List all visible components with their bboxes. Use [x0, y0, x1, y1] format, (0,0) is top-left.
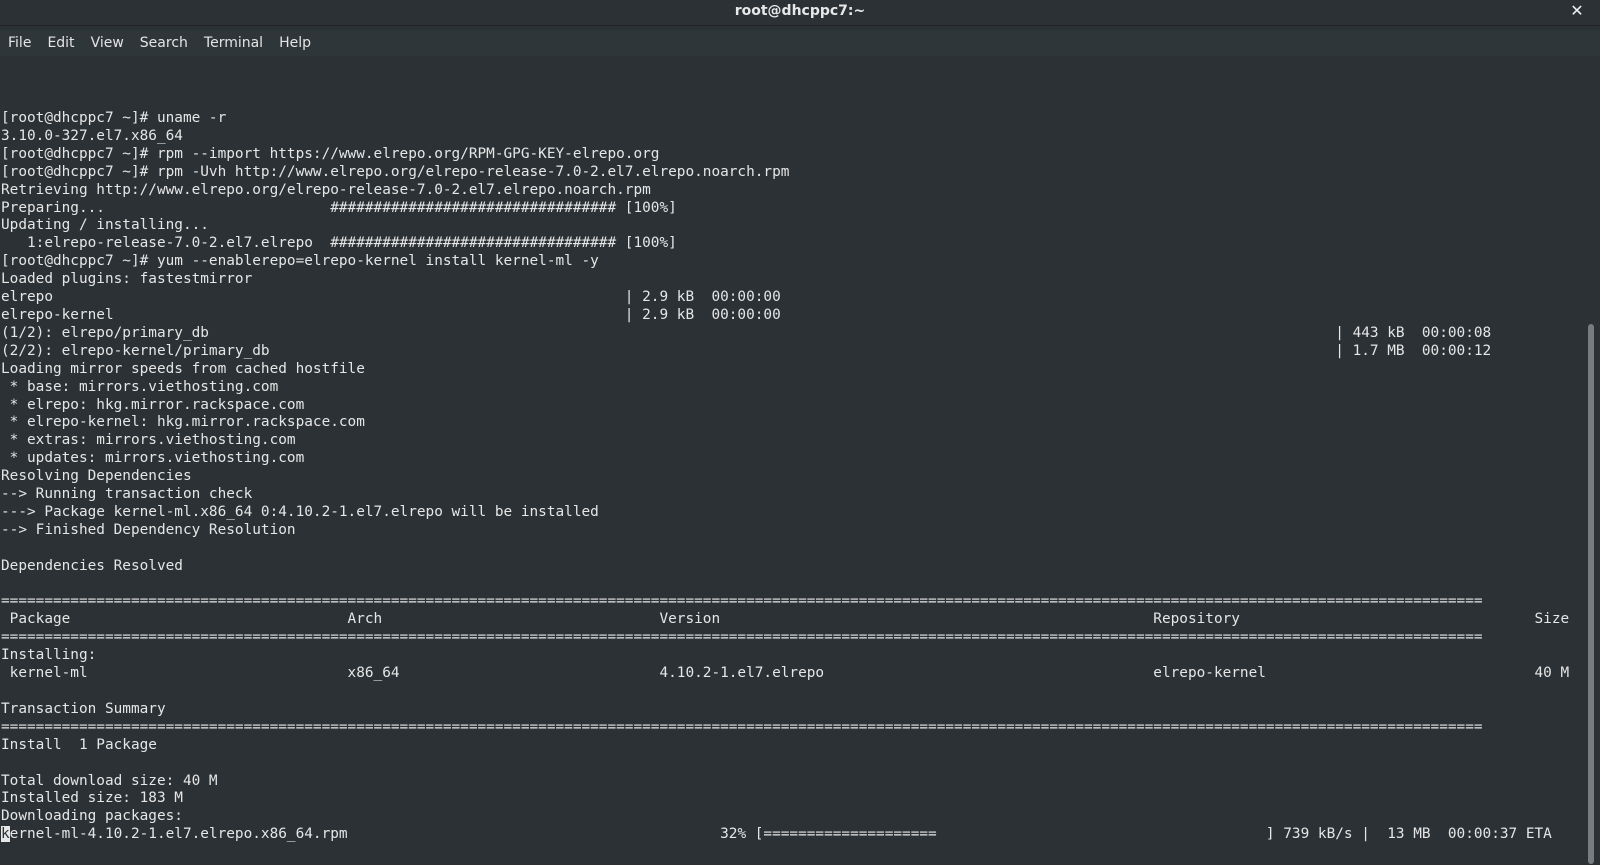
terminal-line: * elrepo-kernel: hkg.mirror.rackspace.co…	[1, 414, 365, 431]
terminal-line: ========================================…	[1, 718, 1483, 735]
terminal-window: root@dhcppc7:~ ✕ File Edit View Search T…	[0, 0, 1600, 865]
terminal-line: Retrieving http://www.elrepo.org/elrepo-…	[1, 181, 651, 198]
terminal-line: Transaction Summary	[1, 700, 166, 717]
terminal-line: 1:elrepo-release-7.0-2.el7.elrepo ######…	[1, 235, 677, 252]
menu-terminal[interactable]: Terminal	[196, 30, 271, 56]
terminal-text: [root@dhcppc7 ~]# uname -r 3.10.0-327.el7…	[1, 110, 1569, 844]
terminal-line: kernel-ml x86_64 4.10.2-1.el7.elrepo elr…	[1, 665, 1570, 682]
scrollbar-thumb[interactable]	[1588, 324, 1594, 864]
terminal-line: Dependencies Resolved	[1, 557, 183, 574]
text-cursor: k	[1, 826, 10, 843]
terminal-line: Downloading packages:	[1, 808, 183, 825]
menu-bar: File Edit View Search Terminal Help	[0, 30, 1600, 56]
terminal-line: Installing:	[1, 647, 97, 664]
terminal-line: Loaded plugins: fastestmirror	[1, 271, 253, 288]
terminal-line: ---> Package kernel-ml.x86_64 0:4.10.2-1…	[1, 503, 599, 520]
menu-file[interactable]: File	[0, 30, 39, 56]
progress-text: ernel-ml-4.10.2-1.el7.elrepo.x86_64.rpm …	[9, 826, 1552, 843]
terminal-line: Package Arch Version Repository Size	[1, 611, 1570, 628]
menu-help[interactable]: Help	[271, 30, 319, 56]
terminal-line: [root@dhcppc7 ~]# uname -r	[1, 110, 227, 126]
terminal-line: elrepo-kernel | 2.9 kB 00:00:00	[1, 306, 781, 323]
terminal-line: ========================================…	[1, 593, 1483, 610]
terminal-line: --> Running transaction check	[1, 486, 253, 503]
window-title: root@dhcppc7:~	[734, 3, 866, 19]
terminal-line: (1/2): elrepo/primary_db | 443 kB 00:00:…	[1, 324, 1492, 341]
terminal-line: * extras: mirrors.viethosting.com	[1, 432, 296, 449]
title-bar[interactable]: root@dhcppc7:~ ✕	[0, 0, 1600, 26]
terminal-output[interactable]: [root@dhcppc7 ~]# uname -r 3.10.0-327.el7…	[0, 58, 1588, 865]
terminal-line: Updating / installing...	[1, 217, 209, 234]
menu-edit[interactable]: Edit	[39, 30, 82, 56]
terminal-line: elrepo | 2.9 kB 00:00:00	[1, 289, 781, 306]
terminal-line: [root@dhcppc7 ~]# rpm --import https://w…	[1, 145, 660, 162]
download-progress-line: kernel-ml-4.10.2-1.el7.elrepo.x86_64.rpm…	[1, 826, 1569, 844]
terminal-line: Resolving Dependencies	[1, 468, 192, 485]
menu-search[interactable]: Search	[132, 30, 196, 56]
terminal-line: * updates: mirrors.viethosting.com	[1, 450, 305, 467]
close-icon[interactable]: ✕	[1568, 0, 1586, 22]
terminal-line: ========================================…	[1, 629, 1483, 646]
terminal-line: Preparing... ###########################…	[1, 199, 677, 216]
terminal-line: [root@dhcppc7 ~]# yum --enablerepo=elrep…	[1, 253, 599, 270]
terminal-line: (2/2): elrepo-kernel/primary_db | 1.7 MB…	[1, 342, 1492, 359]
terminal-line: * base: mirrors.viethosting.com	[1, 378, 279, 395]
scrollbar[interactable]	[1586, 58, 1596, 865]
terminal-line: [root@dhcppc7 ~]# rpm -Uvh http://www.el…	[1, 163, 790, 180]
terminal-line: Installed size: 183 M	[1, 790, 183, 807]
terminal-line: * elrepo: hkg.mirror.rackspace.com	[1, 396, 305, 413]
menu-view[interactable]: View	[83, 30, 132, 56]
terminal-line: --> Finished Dependency Resolution	[1, 521, 296, 538]
terminal-line: Total download size: 40 M	[1, 772, 218, 789]
terminal-line: Loading mirror speeds from cached hostfi…	[1, 360, 365, 377]
terminal-line: 3.10.0-327.el7.x86_64	[1, 127, 183, 144]
terminal-line: Install 1 Package	[1, 736, 157, 753]
